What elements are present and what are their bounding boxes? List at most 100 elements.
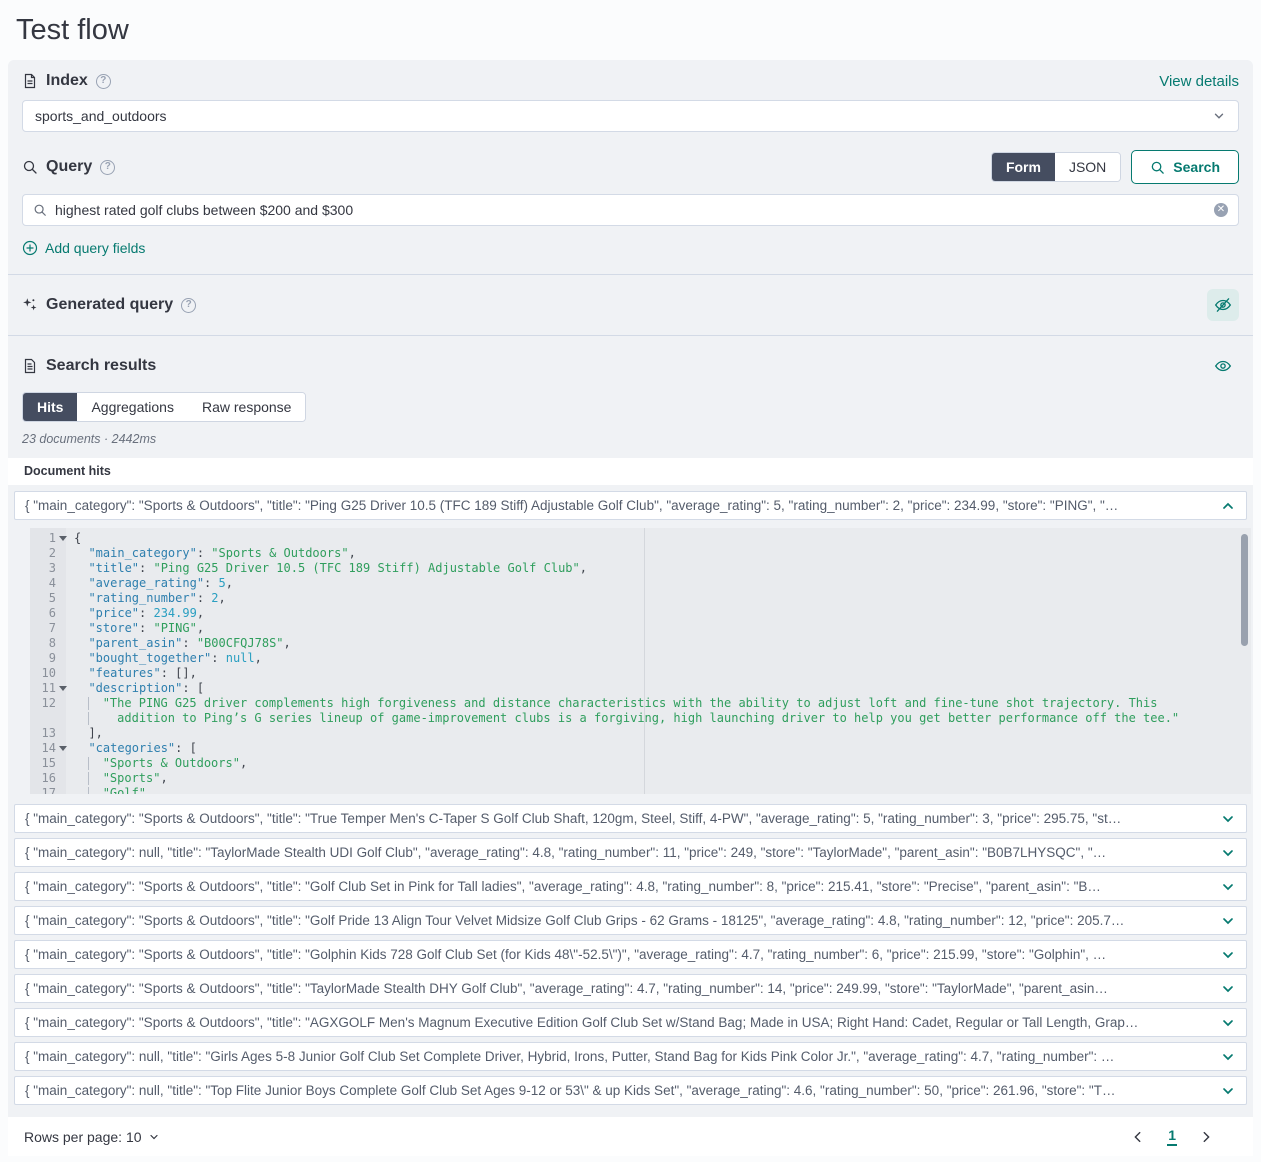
fold-arrow-icon[interactable]	[56, 666, 66, 681]
code-text: "Golf"	[66, 786, 1251, 794]
fold-arrow-icon[interactable]	[56, 786, 66, 794]
chevron-down-icon	[1220, 913, 1236, 929]
fold-arrow-icon[interactable]	[56, 681, 66, 696]
page-number-1[interactable]: 1	[1167, 1127, 1177, 1146]
code-text: "average_rating": 5,	[66, 576, 1251, 591]
code-text: "main_category": "Sports & Outdoors",	[66, 546, 1251, 561]
document-hit-row[interactable]: { "main_category": null, "title": "Taylo…	[14, 838, 1247, 867]
print-margin-line	[644, 528, 645, 794]
document-hit-row[interactable]: { "main_category": null, "title": "Girls…	[14, 1042, 1247, 1071]
document-hit-row[interactable]: { "main_category": "Sports & Outdoors", …	[14, 872, 1247, 901]
code-line: 12 "The PING G25 driver complements high…	[30, 696, 1251, 711]
help-icon[interactable]: ?	[181, 298, 196, 313]
toggle-generated-query-visibility-button[interactable]	[1207, 289, 1239, 321]
document-hit-row-expanded[interactable]: { "main_category": "Sports & Outdoors", …	[14, 491, 1247, 520]
code-text: "description": [	[66, 681, 1251, 696]
fold-arrow-icon[interactable]	[56, 726, 66, 741]
document-hit-row[interactable]: { "main_category": "Sports & Outdoors", …	[14, 804, 1247, 833]
query-section-header: Query ? Form JSON Search	[22, 150, 1239, 184]
code-text: "parent_asin": "B00CFQJ78S",	[66, 636, 1251, 651]
document-icon	[22, 358, 38, 374]
chevron-down-icon	[1220, 879, 1236, 895]
fold-arrow-icon[interactable]	[56, 561, 66, 576]
toggle-results-visibility-button[interactable]	[1207, 350, 1239, 382]
add-query-fields-link[interactable]: Add query fields	[22, 240, 145, 256]
editor-scrollbar[interactable]	[1241, 534, 1248, 646]
search-icon	[33, 203, 47, 217]
divider	[8, 274, 1253, 275]
code-line: 5 "rating_number": 2,	[30, 591, 1251, 606]
line-number: 15	[30, 756, 56, 771]
code-text: "Sports & Outdoors",	[66, 756, 1251, 771]
fold-arrow-icon[interactable]	[56, 756, 66, 771]
line-number: 14	[30, 741, 56, 756]
tab-aggregations[interactable]: Aggregations	[77, 393, 188, 421]
hit-preview: { "main_category": "Sports & Outdoors", …	[25, 1015, 1212, 1030]
generated-query-title: Generated query	[46, 296, 173, 314]
chevron-down-icon	[1220, 811, 1236, 827]
code-line: 9 "bought_together": null,	[30, 651, 1251, 666]
search-icon	[1150, 160, 1165, 175]
code-text: "price": 234.99,	[66, 606, 1251, 621]
document-hits-table: Document hits { "main_category": "Sports…	[8, 458, 1253, 1156]
tab-hits[interactable]: Hits	[23, 393, 77, 421]
eye-icon	[1214, 357, 1232, 375]
fold-arrow-icon[interactable]	[56, 621, 66, 636]
rows-per-page-select[interactable]: Rows per page: 10	[24, 1129, 160, 1145]
code-text: ],	[66, 726, 1251, 741]
hit-preview: { "main_category": "Sports & Outdoors", …	[25, 947, 1212, 962]
prev-page-button[interactable]	[1129, 1128, 1147, 1146]
next-page-button[interactable]	[1197, 1128, 1215, 1146]
index-select[interactable]: sports_and_outdoors	[22, 100, 1239, 132]
line-number: 16	[30, 771, 56, 786]
chevron-down-icon	[148, 1131, 160, 1143]
code-text: "rating_number": 2,	[66, 591, 1251, 606]
query-input[interactable]: highest rated golf clubs between $200 an…	[22, 194, 1239, 226]
search-button[interactable]: Search	[1131, 150, 1239, 184]
fold-arrow-icon[interactable]	[56, 531, 66, 546]
fold-arrow-icon[interactable]	[56, 741, 66, 756]
plus-circle-icon	[22, 240, 38, 256]
fold-arrow-icon[interactable]	[56, 696, 66, 711]
form-mode-button[interactable]: Form	[992, 153, 1055, 181]
code-text: "store": "PING",	[66, 621, 1251, 636]
fold-arrow-icon[interactable]	[56, 546, 66, 561]
document-hit-row[interactable]: { "main_category": null, "title": "Top F…	[14, 1076, 1247, 1105]
document-hits-column-header: Document hits	[8, 458, 1253, 485]
chevron-down-icon	[1220, 1083, 1236, 1099]
fold-arrow-icon[interactable]	[56, 636, 66, 651]
code-line: 7 "store": "PING",	[30, 621, 1251, 636]
fold-arrow-icon[interactable]	[56, 711, 66, 726]
help-icon[interactable]: ?	[96, 74, 111, 89]
fold-arrow-icon[interactable]	[56, 771, 66, 786]
code-text: "Sports",	[66, 771, 1251, 786]
json-mode-button[interactable]: JSON	[1055, 153, 1120, 181]
line-number: 3	[30, 561, 56, 576]
chevron-down-icon	[1220, 1049, 1236, 1065]
code-text: "The PING G25 driver complements high fo…	[66, 696, 1251, 711]
code-text: "title": "Ping G25 Driver 10.5 (TFC 189 …	[66, 561, 1251, 576]
document-hit-row[interactable]: { "main_category": "Sports & Outdoors", …	[14, 1008, 1247, 1037]
search-results-title: Search results	[46, 357, 156, 375]
fold-arrow-icon[interactable]	[56, 591, 66, 606]
pagination-bar: Rows per page: 10 1	[8, 1117, 1253, 1156]
chevron-left-icon	[1131, 1130, 1145, 1144]
document-hit-row[interactable]: { "main_category": "Sports & Outdoors", …	[14, 940, 1247, 969]
code-line: 8 "parent_asin": "B00CFQJ78S",	[30, 636, 1251, 651]
fold-arrow-icon[interactable]	[56, 576, 66, 591]
fold-arrow-icon[interactable]	[56, 651, 66, 666]
json-code-editor[interactable]: 1 { 2 "main_category": "Sports & Outdoor…	[30, 528, 1251, 794]
document-hit-row[interactable]: { "main_category": "Sports & Outdoors", …	[14, 906, 1247, 935]
help-icon[interactable]: ?	[100, 160, 115, 175]
tab-raw-response[interactable]: Raw response	[188, 393, 306, 421]
document-icon	[22, 73, 38, 89]
index-section-header: Index ? View details	[22, 72, 1239, 90]
line-number: 13	[30, 726, 56, 741]
clear-query-icon[interactable]: ✕	[1214, 203, 1228, 217]
fold-arrow-icon[interactable]	[56, 606, 66, 621]
line-number	[30, 711, 56, 726]
chevron-down-icon	[1220, 1015, 1236, 1031]
chevron-up-icon	[1220, 498, 1236, 514]
view-details-link[interactable]: View details	[1159, 73, 1239, 90]
document-hit-row[interactable]: { "main_category": "Sports & Outdoors", …	[14, 974, 1247, 1003]
